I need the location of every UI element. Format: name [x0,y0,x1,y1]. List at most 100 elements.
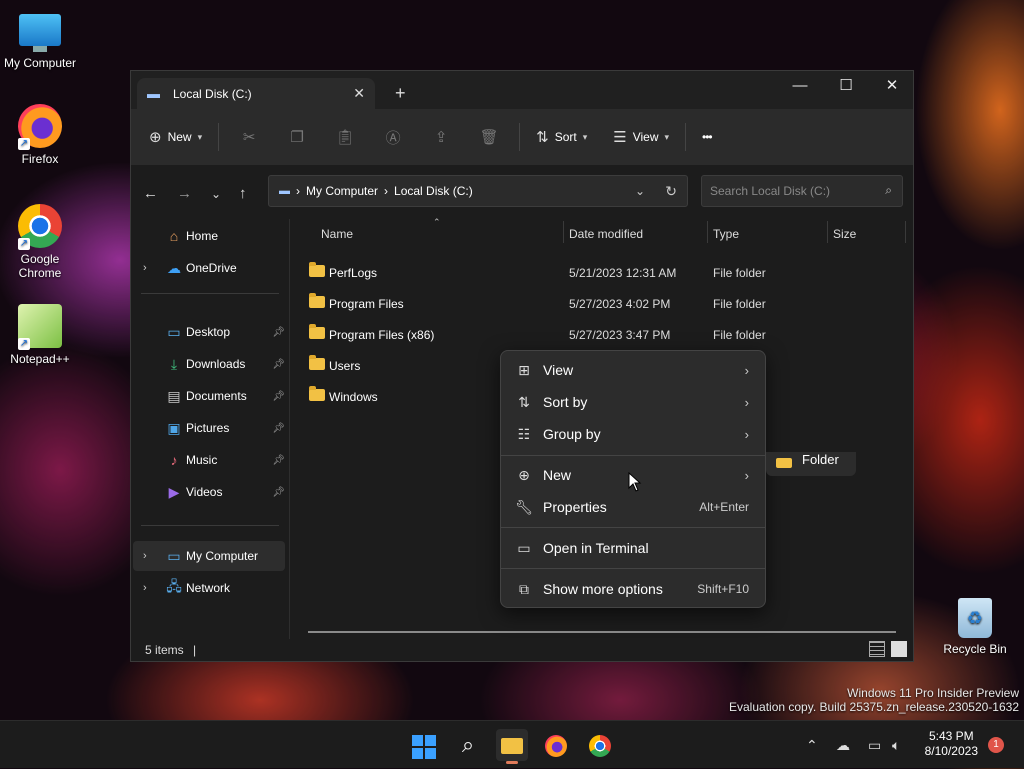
file-row[interactable]: Program Files 5/27/2023 4:02 PM File fol… [291,288,911,319]
column-separator[interactable] [905,221,906,243]
sort-label: Sort [554,130,577,144]
chevron-right-icon[interactable]: › [143,262,147,274]
file-row[interactable]: PerfLogs 5/21/2023 12:31 AM File folder [291,257,911,288]
folder-icon [776,458,792,468]
search-input[interactable] [702,176,878,206]
menu-item-group-by[interactable]: ☷ Group by › [505,418,761,450]
minimize-button[interactable]: — [777,71,823,101]
chevron-down-icon: ▾ [664,131,670,142]
sidebar-item-label: Home [186,229,219,243]
delete-icon[interactable]: 🗑︎ [465,128,513,146]
chevron-right-icon[interactable]: › [143,550,147,562]
address-bar[interactable]: ▬ › My Computer › Local Disk (C:) ⌄ ↻ [268,175,688,207]
sidebar-item-label: Desktop [186,325,231,339]
file-type: File folder [713,266,766,280]
menu-item-show-more-options[interactable]: ⧉ Show more options Shift+F10 [505,573,761,605]
menu-item-view[interactable]: ⊞ View › [505,354,761,386]
folder-icon [309,293,325,308]
column-separator[interactable] [563,221,564,243]
file-row[interactable]: Program Files (x86) 5/27/2023 3:47 PM Fi… [291,319,911,350]
new-button[interactable]: ⊕ New ▾ [139,121,212,153]
sidebar-item-documents[interactable]: ▤ Documents 📌︎ [133,381,285,411]
desktop-icon-recycle-bin[interactable]: ♻ Recycle Bin [935,598,1015,656]
tray-overflow-chevron-icon[interactable]: ⌃ [806,721,818,769]
details-view-icon[interactable] [869,641,885,657]
more-options-icon: ⧉ [519,580,529,597]
start-icon[interactable] [408,729,440,761]
menu-item-label: Properties [543,499,607,515]
desktop-icon-notepadpp[interactable]: ↗ Notepad++ [0,304,80,366]
menu-item-properties[interactable]: 🔧︎ Properties Alt+Enter [505,491,761,523]
pin-icon: 📌︎ [272,486,285,498]
sidebar-item-my-computer[interactable]: › ▭ My Computer [133,541,285,571]
pane-divider[interactable] [289,219,290,639]
sidebar-item-music[interactable]: ♪ Music 📌︎ [133,445,286,475]
firefox-icon[interactable] [540,729,572,761]
monitor-icon [19,14,61,46]
column-separator[interactable] [707,221,708,243]
address-dropdown-icon[interactable]: ⌄ [635,184,645,198]
file-name: Program Files [329,297,404,311]
refresh-icon[interactable]: ↻ [665,183,677,200]
sidebar-item-onedrive[interactable]: › ☁ OneDrive [133,253,285,283]
menu-item-sort-by[interactable]: ⇅ Sort by › [505,386,761,418]
sidebar-item-network[interactable]: › 🖧︎ Network [133,573,285,603]
search-icon[interactable]: ⌕ [885,183,892,198]
file-date: 5/27/2023 4:02 PM [569,297,671,311]
chevron-right-icon[interactable]: › [143,582,147,594]
breadcrumb-local-disk[interactable]: Local Disk (C:) [394,184,473,198]
column-header-size[interactable]: Size [833,227,856,241]
breadcrumb-my-computer[interactable]: My Computer [306,184,378,198]
view-button[interactable]: ☰ View ▾ [603,121,679,153]
horizontal-scrollbar[interactable] [308,631,896,633]
menu-item-label: New [543,467,572,483]
sidebar-item-downloads[interactable]: ⤓ Downloads 📌︎ [133,349,285,379]
sidebar-item-home[interactable]: ⌂ Home [133,221,285,251]
watermark-line2: Evaluation copy. Build 25375.zn_release.… [729,700,1019,714]
share-icon[interactable]: ⇪ [417,128,465,146]
volume-icon[interactable]: 🔈︎ [892,721,900,769]
notification-badge[interactable]: 1 [988,737,1004,753]
search-box[interactable]: ⌕ [701,175,903,207]
column-header-date[interactable]: Date modified [569,227,643,241]
column-header-name[interactable]: Name [321,227,353,241]
paste-icon[interactable]: 📋︎ [321,128,369,146]
chrome-icon[interactable] [584,729,616,761]
network-disconnected-icon[interactable]: ☁ [836,721,850,769]
sidebar-item-desktop[interactable]: ▭ Desktop 📌︎ [133,317,285,347]
back-arrow-icon[interactable]: ← [143,185,158,202]
recent-chevron-icon[interactable]: ⌄ [211,187,221,201]
menu-item-open-in-terminal[interactable]: ▭ Open in Terminal [505,532,761,564]
column-separator[interactable] [827,221,828,243]
sidebar-item-pictures[interactable]: ▣ Pictures 📌︎ [133,413,285,443]
clock[interactable]: 5:43 PM 8/10/2023 [925,729,978,759]
file-name: Users [329,359,361,373]
rename-icon[interactable]: Ⓐ [369,127,417,148]
search-icon[interactable]: ⌕ [452,729,484,761]
maximize-button[interactable]: ☐ [823,71,869,101]
toolbar-separator [218,123,220,151]
tab-close-button[interactable]: ✕ [353,85,365,102]
close-button[interactable]: ✕ [869,71,915,101]
more-options-button[interactable]: ••• [692,121,722,153]
copy-icon[interactable]: ❐ [273,128,321,146]
display-icon[interactable]: ▭ [868,721,881,769]
file-explorer-icon[interactable] [496,729,528,764]
pin-icon: 📌︎ [272,326,285,338]
sort-button[interactable]: ⇅ Sort ▾ [526,121,597,153]
tab-local-disk[interactable]: ▬ Local Disk (C:) ✕ [137,78,375,109]
sort-icon: ⇅ [536,129,549,146]
desktop-icon-firefox[interactable]: ↗ Firefox [0,104,80,166]
file-date: 5/27/2023 3:47 PM [569,328,671,342]
new-tab-button[interactable]: + [395,83,406,104]
submenu-item-folder[interactable]: Folder [802,452,839,467]
large-icons-view-icon[interactable] [891,641,907,657]
column-header-type[interactable]: Type [713,227,739,241]
cut-icon[interactable]: ✂ [225,128,273,146]
forward-arrow-icon[interactable]: → [177,185,192,202]
desktop-icon-my-computer[interactable]: My Computer [0,10,80,70]
sidebar-item-videos[interactable]: ▶ Videos 📌︎ [133,477,285,507]
desktop-icon-chrome[interactable]: ↗ Google Chrome [0,204,80,280]
up-arrow-icon[interactable]: ↑ [239,185,247,202]
chevron-right-icon: › [744,362,749,378]
